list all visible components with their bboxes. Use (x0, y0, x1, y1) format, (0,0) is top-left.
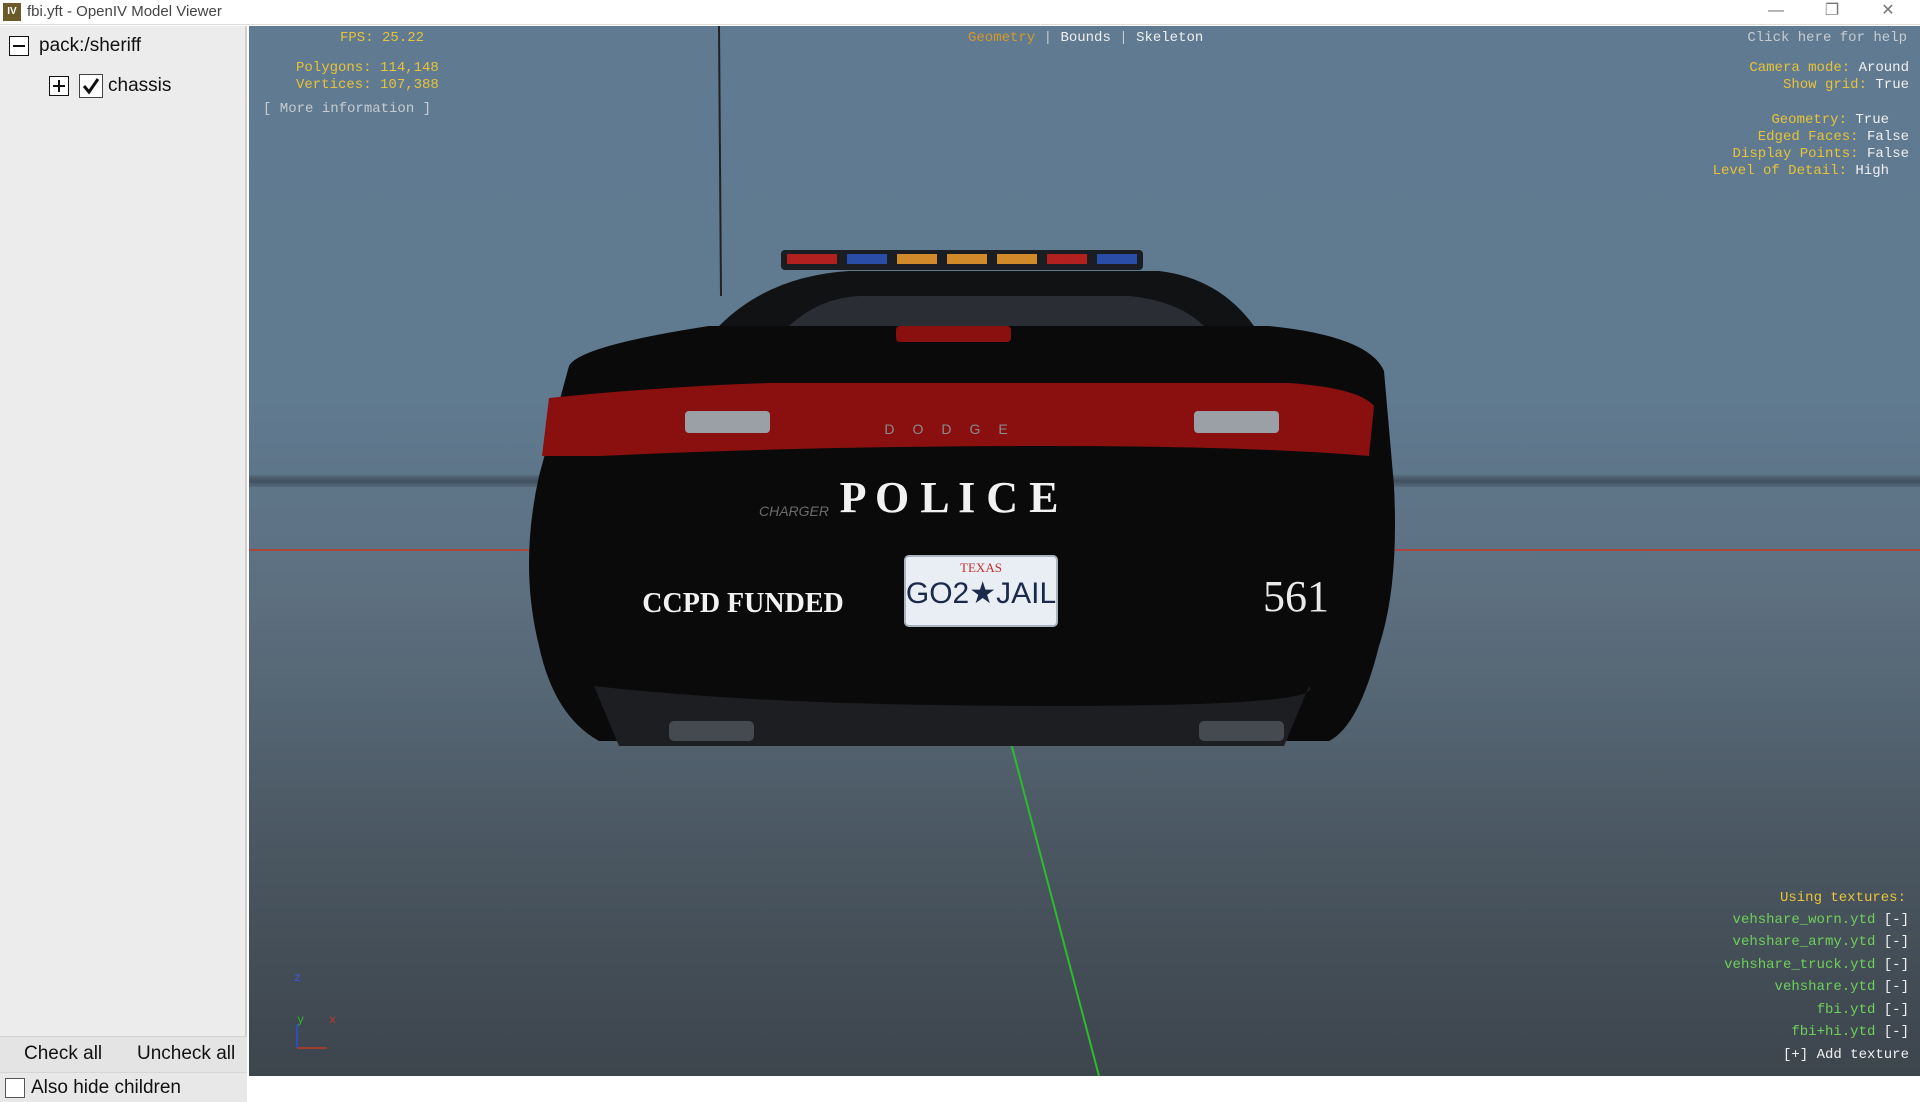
add-texture-button[interactable]: [+] Add texture (1629, 1047, 1909, 1063)
antenna (718, 26, 722, 297)
show-grid-setting[interactable]: Show grid: True (1629, 77, 1909, 93)
tree-root-label: pack:/sheriff (39, 35, 142, 56)
texture-row: vehshare_truck.ytd [-] (1724, 957, 1909, 973)
fps-readout: FPS: 25.22 (340, 30, 425, 46)
exhaust-right (1199, 721, 1284, 741)
check-all-button[interactable]: Check all (24, 1043, 102, 1065)
charger-badge: CHARGER (759, 503, 829, 519)
checkmark-icon (82, 78, 100, 95)
also-hide-children-label: Also hide children (31, 1077, 181, 1098)
remove-texture-button[interactable]: [-] (1884, 1024, 1909, 1040)
textures-header: Using textures: (1779, 890, 1906, 906)
funded-text: CCPD FUNDED (642, 588, 843, 619)
plate-state: TEXAS (960, 560, 1002, 575)
model-viewport[interactable]: P O L I C E CCPD FUNDED 561 DODGE CHARGE… (249, 26, 1920, 1076)
display-points-setting[interactable]: Display Points: False (1629, 146, 1909, 162)
openiv-app-icon: IV (3, 3, 21, 21)
polygons-readout: Polygons: 114,148 (296, 60, 439, 76)
tree-item-chassis[interactable]: chassis (49, 74, 171, 98)
police-text: P O L I C E (840, 473, 1059, 522)
level-of-detail-setting[interactable]: Level of Detail: High (1629, 163, 1909, 179)
minimize-icon: — (1768, 2, 1784, 19)
minimize-button[interactable]: — (1748, 0, 1804, 25)
collapse-icon[interactable] (9, 36, 29, 56)
tree-item-root[interactable]: pack:/sheriff (9, 35, 141, 57)
z-axis-label: z (294, 971, 301, 985)
expand-icon[interactable] (49, 76, 69, 96)
uncheck-all-button[interactable]: Uncheck all (137, 1043, 235, 1065)
tab-skeleton[interactable]: Skeleton (1136, 30, 1203, 46)
more-information-link[interactable]: [ More information ] (263, 101, 431, 117)
help-link[interactable]: Click here for help (1740, 30, 1907, 46)
close-icon: ✕ (1881, 2, 1895, 19)
texture-row: vehshare.ytd [-] (1774, 979, 1909, 995)
window-title: fbi.yft - OpenIV Model Viewer (27, 3, 222, 20)
texture-row: fbi.ytd [-] (1816, 1002, 1909, 1018)
y-axis-label: y (297, 1013, 304, 1027)
also-hide-children-checkbox[interactable] (5, 1078, 25, 1098)
sidebar-button-bar: Check all Uncheck all (0, 1036, 247, 1072)
texture-row: fbi+hi.ytd [-] (1791, 1024, 1909, 1040)
tab-separator: | (1119, 30, 1128, 46)
vertices-readout: Vertices: 107,388 (296, 77, 439, 93)
title-bar: IV fbi.yft - OpenIV Model Viewer — ❐ ✕ (0, 0, 1920, 25)
exhaust-left (669, 721, 754, 741)
texture-row: vehshare_army.ytd [-] (1732, 934, 1909, 950)
remove-texture-button[interactable]: [-] (1884, 912, 1909, 928)
x-axis-label: x (329, 1013, 336, 1027)
camera-mode-setting[interactable]: Camera mode: Around (1629, 60, 1909, 76)
unit-number: 561 (1263, 572, 1329, 621)
close-button[interactable]: ✕ (1860, 0, 1916, 25)
model-tree-panel: pack:/sheriff chassis Check all Uncheck … (0, 26, 247, 1102)
texture-row: vehshare_worn.ytd [-] (1732, 912, 1909, 928)
plate-number: GO2★JAIL (906, 577, 1056, 610)
edged-faces-setting[interactable]: Edged Faces: False (1629, 129, 1909, 145)
tab-separator: | (1043, 30, 1053, 46)
also-hide-children-row: Also hide children (0, 1072, 247, 1102)
restore-button[interactable]: ❐ (1804, 0, 1860, 25)
tab-bounds[interactable]: Bounds (1060, 30, 1110, 46)
tree-chassis-label: chassis (108, 75, 172, 96)
tab-geometry[interactable]: Geometry (968, 30, 1035, 46)
remove-texture-button[interactable]: [-] (1884, 957, 1909, 973)
remove-texture-button[interactable]: [-] (1884, 934, 1909, 950)
geometry-setting[interactable]: Geometry: True (1629, 112, 1909, 128)
dodge-badge: DODGE (884, 421, 1025, 437)
restore-icon: ❐ (1824, 2, 1840, 19)
chassis-checkbox[interactable] (79, 74, 103, 98)
remove-texture-button[interactable]: [-] (1884, 1002, 1909, 1018)
remove-texture-button[interactable]: [-] (1884, 979, 1909, 995)
mode-tabs: Geometry | Bounds | Skeleton (968, 30, 1203, 46)
